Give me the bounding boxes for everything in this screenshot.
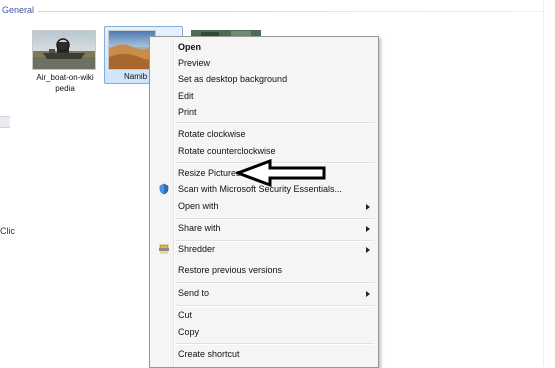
menu-item-copy[interactable]: Copy [152, 324, 376, 341]
file-name-airboat-line1: Air_boat-on-wiki [36, 73, 94, 82]
menu-item-preview-label: Preview [178, 58, 211, 68]
submenu-arrow-icon [366, 226, 370, 232]
airboat-thumbnail-image [32, 30, 96, 70]
group-header-divider [38, 11, 555, 12]
menu-item-shredder[interactable]: Shredder [152, 241, 376, 258]
menu-item-restore-previous-versions[interactable]: Restore previous versions [152, 262, 376, 279]
menu-item-cut[interactable]: Cut [152, 307, 376, 324]
menu-item-resize-pictures-label: Resize Pictures [178, 168, 241, 178]
navigation-pane-edge: Clic [0, 20, 15, 366]
menu-item-edit-label: Edit [178, 91, 194, 101]
menu-item-share-with-label: Share with [178, 223, 221, 233]
menu-item-rotate-clockwise[interactable]: Rotate clockwise [152, 126, 376, 143]
menu-item-open-with-label: Open with [178, 201, 219, 211]
submenu-arrow-icon [366, 247, 370, 253]
menu-item-open[interactable]: Open [152, 39, 376, 56]
menu-item-set-desktop-background-label: Set as desktop background [178, 74, 288, 84]
menu-separator [176, 122, 374, 124]
menu-item-create-shortcut-label: Create shortcut [178, 349, 240, 359]
menu-separator [176, 343, 374, 345]
shredder-icon [158, 243, 170, 255]
menu-item-open-label: Open [178, 42, 202, 52]
group-header[interactable]: General [0, 0, 555, 20]
security-essentials-shield-icon [158, 183, 170, 195]
menu-item-preview[interactable]: Preview [152, 55, 376, 72]
nav-pane-splitter[interactable] [0, 116, 10, 128]
menu-item-restore-label: Restore previous versions [178, 265, 283, 275]
menu-item-edit[interactable]: Edit [152, 88, 376, 105]
right-edge [543, 0, 555, 366]
group-title: General [2, 5, 35, 15]
file-name-airboat: Air_boat-on-wiki pedia [27, 72, 103, 94]
menu-item-send-to-label: Send to [178, 288, 210, 298]
menu-item-copy-label: Copy [178, 327, 200, 337]
menu-item-share-with[interactable]: Share with [152, 220, 376, 237]
file-thumbnail-airboat[interactable]: Air_boat-on-wiki pedia [27, 30, 99, 93]
file-name-airboat-line2: pedia [55, 84, 75, 93]
context-menu: Open Preview Set as desktop background E… [149, 36, 379, 368]
menu-item-print[interactable]: Print [152, 104, 376, 121]
menu-item-open-with[interactable]: Open with [152, 198, 376, 215]
menu-item-rotate-clockwise-label: Rotate clockwise [178, 129, 246, 139]
menu-item-rotate-counterclockwise-label: Rotate counterclockwise [178, 146, 276, 156]
left-pointing-arrow-annotation [236, 158, 326, 188]
clipped-text: Clic [0, 226, 15, 236]
menu-item-shredder-label: Shredder [178, 244, 216, 254]
submenu-arrow-icon [366, 204, 370, 210]
menu-item-set-desktop-background[interactable]: Set as desktop background [152, 71, 376, 88]
menu-separator [176, 282, 374, 284]
menu-item-print-label: Print [178, 107, 197, 117]
menu-item-create-shortcut[interactable]: Create shortcut [152, 346, 376, 363]
menu-item-cut-label: Cut [178, 310, 193, 320]
submenu-arrow-icon [366, 291, 370, 297]
menu-item-send-to[interactable]: Send to [152, 285, 376, 302]
